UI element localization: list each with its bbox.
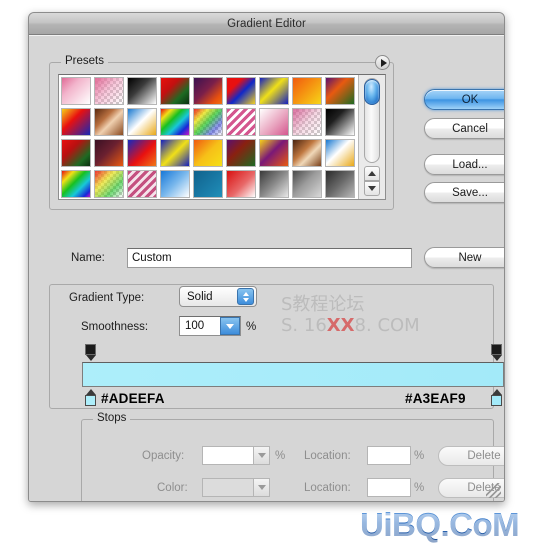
presets-well bbox=[58, 74, 386, 200]
preset-swatch-copper[interactable] bbox=[94, 108, 124, 136]
preset-swatch-purple-orange[interactable] bbox=[193, 77, 223, 105]
presets-scrollbar[interactable] bbox=[358, 75, 385, 199]
gradient-type-value: Solid bbox=[187, 290, 213, 303]
preset-swatch-blue-red-yellow[interactable] bbox=[226, 77, 256, 105]
preset-swatch-spectrum-2[interactable] bbox=[61, 170, 91, 198]
smoothness-unit: % bbox=[246, 321, 257, 333]
location2-unit: % bbox=[414, 482, 425, 494]
window-title: Gradient Editor bbox=[227, 17, 306, 30]
screenshot-root: Gradient Editor Presets OK Cancel Load..… bbox=[0, 0, 533, 549]
preset-swatch-pink-to-white[interactable] bbox=[61, 77, 91, 105]
preset-swatch-grid[interactable] bbox=[59, 75, 358, 199]
preset-swatch-orange-yellow-2[interactable] bbox=[193, 139, 223, 167]
opacity-stop-left[interactable] bbox=[85, 344, 97, 361]
left-stop-hex-label: #ADEEFA bbox=[101, 391, 165, 406]
presets-menu-button[interactable] bbox=[375, 55, 390, 70]
smoothness-label: Smoothness: bbox=[81, 321, 149, 333]
location1-unit: % bbox=[414, 450, 425, 462]
preset-swatch-purple-green[interactable] bbox=[226, 139, 256, 167]
smoothness-value: 100 bbox=[185, 320, 205, 332]
stops-group: Stops Opacity: % Location: % Delete Colo… bbox=[81, 412, 504, 501]
location2-input[interactable] bbox=[367, 478, 411, 497]
gradient-preview-bar[interactable] bbox=[82, 362, 504, 387]
opacity-input[interactable] bbox=[202, 446, 254, 465]
stepper-up-down-icon[interactable] bbox=[237, 288, 254, 305]
save-button[interactable]: Save... bbox=[424, 182, 504, 203]
preset-swatch-pink-to-transparent[interactable] bbox=[94, 77, 124, 105]
load-button[interactable]: Load... bbox=[424, 154, 504, 175]
preset-swatch-transparent-rainbow[interactable] bbox=[193, 108, 223, 136]
opacity-stop-right[interactable] bbox=[491, 344, 503, 361]
preset-swatch-steel-grey[interactable] bbox=[292, 170, 322, 198]
color-stop-left[interactable] bbox=[85, 389, 97, 406]
preset-swatch-blue-red-orange[interactable] bbox=[127, 139, 157, 167]
gradient-type-label: Gradient Type: bbox=[69, 292, 145, 304]
triangle-up-icon bbox=[368, 171, 376, 176]
preset-swatch-pink-stripes-2[interactable] bbox=[127, 170, 157, 198]
chevron-down-icon bbox=[226, 323, 234, 329]
cancel-button[interactable]: Cancel bbox=[424, 118, 504, 139]
preset-swatch-red-green-black[interactable] bbox=[160, 77, 190, 105]
preset-swatch-blue-gold[interactable] bbox=[325, 139, 355, 167]
preset-swatch-yellow-red-blue[interactable] bbox=[61, 108, 91, 136]
preset-swatch-dark-grey[interactable] bbox=[325, 170, 355, 198]
chevron-down-icon bbox=[257, 453, 266, 458]
preset-swatch-teal-solid[interactable] bbox=[193, 170, 223, 198]
preset-swatch-black-to-white[interactable] bbox=[127, 77, 157, 105]
preset-swatch-pink-stripes[interactable] bbox=[226, 108, 256, 136]
gradient-type-select[interactable]: Solid bbox=[179, 286, 257, 307]
scrollbar-thumb[interactable] bbox=[364, 79, 380, 105]
preset-swatch-rainbow-checker[interactable] bbox=[94, 170, 124, 198]
preset-swatch-blue-to-white[interactable] bbox=[160, 170, 190, 198]
preset-swatch-grey-fade[interactable] bbox=[259, 170, 289, 198]
play-triangle-icon bbox=[380, 58, 387, 67]
resize-grip[interactable] bbox=[486, 483, 501, 498]
location1-label: Location: bbox=[304, 450, 351, 462]
preset-swatch-copper-2[interactable] bbox=[292, 139, 322, 167]
name-input[interactable] bbox=[127, 248, 412, 268]
new-button[interactable]: New bbox=[424, 247, 504, 268]
chevron-down-icon bbox=[257, 485, 266, 490]
color-stop-right[interactable] bbox=[491, 389, 503, 406]
presets-group: Presets bbox=[49, 55, 394, 210]
watermark-bottom: UiBQ.CoM bbox=[360, 506, 520, 543]
preset-swatch-red-green-dark[interactable] bbox=[61, 139, 91, 167]
opacity-dropdown-button[interactable] bbox=[253, 446, 270, 465]
right-stop-hex-label: #A3EAF9 bbox=[405, 391, 466, 406]
presets-legend: Presets bbox=[61, 55, 108, 67]
preset-swatch-blue-yellow[interactable] bbox=[160, 139, 190, 167]
color-dropdown-button[interactable] bbox=[253, 478, 270, 497]
preset-swatch-blue-yellow-blue[interactable] bbox=[259, 77, 289, 105]
opacity-label: Opacity: bbox=[142, 450, 185, 462]
preset-swatch-maroon-orange[interactable] bbox=[94, 139, 124, 167]
name-label: Name: bbox=[71, 252, 105, 264]
preset-swatch-red-to-white[interactable] bbox=[226, 170, 256, 198]
preset-swatch-yellow-purple-orange[interactable] bbox=[259, 139, 289, 167]
triangle-down-icon bbox=[368, 186, 376, 191]
scroll-up-button[interactable] bbox=[364, 166, 380, 181]
location1-input[interactable] bbox=[367, 446, 411, 465]
color-label: Color: bbox=[157, 482, 188, 494]
preset-swatch-purple-orange-green[interactable] bbox=[325, 77, 355, 105]
stops-legend: Stops bbox=[93, 412, 131, 424]
ok-button[interactable]: OK bbox=[424, 89, 504, 110]
smoothness-dropdown-button[interactable] bbox=[220, 317, 240, 335]
window-titlebar[interactable]: Gradient Editor bbox=[29, 13, 504, 35]
preset-swatch-black-to-white-2[interactable] bbox=[325, 108, 355, 136]
preset-swatch-spectrum[interactable] bbox=[160, 108, 190, 136]
gradient-editor-window: Gradient Editor Presets OK Cancel Load..… bbox=[28, 12, 505, 502]
scroll-down-button[interactable] bbox=[364, 181, 380, 196]
preset-swatch-orange-yellow[interactable] bbox=[292, 77, 322, 105]
preset-swatch-blue-white-gold[interactable] bbox=[127, 108, 157, 136]
delete-opacity-stop-button[interactable]: Delete bbox=[438, 446, 504, 466]
preset-swatch-pink-gradient[interactable] bbox=[259, 108, 289, 136]
color-swatch-input[interactable] bbox=[202, 478, 254, 497]
location2-label: Location: bbox=[304, 482, 351, 494]
opacity-unit: % bbox=[275, 450, 286, 462]
preset-swatch-pink-checker-fade[interactable] bbox=[292, 108, 322, 136]
window-body: Presets OK Cancel Load... Save... New Na… bbox=[29, 35, 504, 501]
